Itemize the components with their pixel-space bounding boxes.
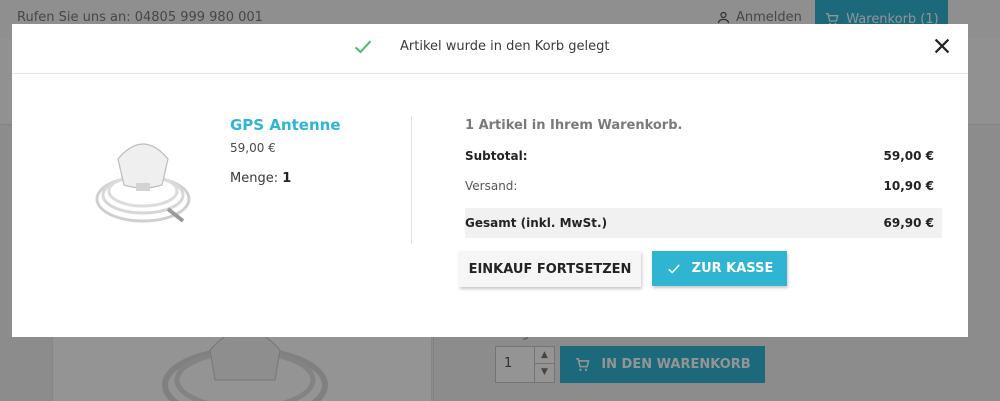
product-image bbox=[95, 143, 191, 223]
modal-title: Artikel wurde in den Korb gelegt bbox=[400, 39, 610, 54]
product-name[interactable]: GPS Antenne bbox=[230, 116, 341, 134]
product-price: 59,00 € bbox=[230, 141, 276, 155]
shipping-label: Versand: bbox=[465, 179, 518, 193]
cart-modal: Artikel wurde in den Korb gelegt GPS Ant… bbox=[12, 24, 968, 337]
cart-item-count: 1 Artikel in Ihrem Warenkorb. bbox=[465, 118, 683, 133]
check-icon bbox=[354, 40, 372, 54]
product-quantity: Menge: 1 bbox=[230, 171, 291, 186]
shipping-value: 10,90 € bbox=[883, 179, 934, 193]
subtotal-value: 59,00 € bbox=[883, 149, 934, 163]
total-label: Gesamt (inkl. MwSt.) bbox=[465, 216, 608, 230]
checkout-button[interactable]: ZUR KASSE bbox=[652, 251, 787, 286]
continue-shopping-button[interactable]: EINKAUF FORTSETZEN bbox=[459, 251, 641, 287]
subtotal-label: Subtotal: bbox=[465, 149, 528, 163]
shipping-row: Versand: 10,90 € bbox=[465, 171, 942, 201]
quantity-label: Menge: bbox=[230, 171, 279, 186]
modal-header: Artikel wurde in den Korb gelegt bbox=[12, 24, 968, 74]
total-row: Gesamt (inkl. MwSt.) 69,90 € bbox=[465, 208, 942, 238]
check-icon bbox=[667, 263, 680, 274]
modal-column-divider bbox=[411, 116, 412, 244]
total-value: 69,90 € bbox=[883, 216, 934, 230]
close-icon[interactable] bbox=[931, 35, 953, 57]
subtotal-row: Subtotal: 59,00 € bbox=[465, 141, 942, 171]
checkout-label: ZUR KASSE bbox=[691, 261, 774, 276]
quantity-value: 1 bbox=[282, 171, 292, 186]
